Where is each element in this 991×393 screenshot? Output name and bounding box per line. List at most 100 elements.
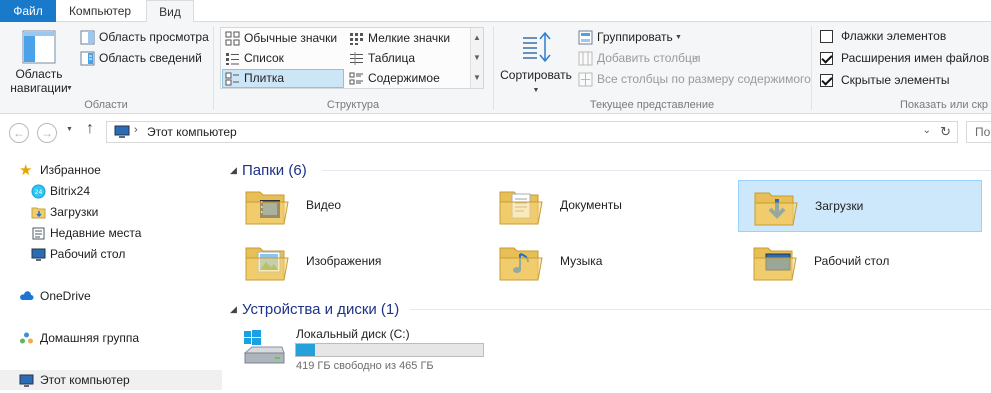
folder-tile[interactable]: Изображения xyxy=(230,236,474,288)
folder-tile[interactable]: Загрузки xyxy=(738,180,982,232)
devices-header-rule xyxy=(410,309,991,310)
breadcrumb-separator-icon[interactable]: › xyxy=(134,124,138,136)
search-input[interactable]: По xyxy=(966,121,991,143)
collapse-chevron-icon[interactable]: ◢ xyxy=(230,160,242,180)
chevron-down-icon: ▼ xyxy=(532,87,540,94)
desktop-icon xyxy=(31,248,46,261)
drive-tile-c[interactable]: Локальный диск (C:) 419 ГБ свободно из 4… xyxy=(242,325,502,377)
chevron-down-icon: ▼ xyxy=(675,34,682,41)
folder-name: Загрузки xyxy=(815,199,864,213)
preview-pane-label: Область просмотра xyxy=(99,30,209,44)
scroll-down-icon[interactable]: ▼ xyxy=(471,48,483,68)
folder-tile[interactable]: Видео xyxy=(230,180,474,232)
folder-tile[interactable]: Рабочий стол xyxy=(738,236,982,288)
svg-text:24: 24 xyxy=(35,189,43,196)
tab-view[interactable]: Вид xyxy=(146,0,194,23)
layout-item-label: Список xyxy=(244,51,284,65)
folder-icon xyxy=(754,192,798,226)
forward-arrow-icon: → xyxy=(41,126,53,140)
navigation-pane-button[interactable]: Область навигации ▼ xyxy=(4,28,74,95)
chevron-down-icon: ▼ xyxy=(66,85,73,92)
navigation-pane-label: Область навигации xyxy=(10,67,68,95)
nav-label-this-pc: Этот компьютер xyxy=(40,373,130,387)
scroll-up-icon[interactable]: ▲ xyxy=(471,28,483,48)
layout-gallery-scroller[interactable]: ▲ ▼ ▼ xyxy=(470,28,483,88)
details-icon xyxy=(350,52,363,65)
bitrix24-icon: 24 xyxy=(31,184,46,199)
up-button[interactable]: ↑ xyxy=(86,120,94,138)
preview-pane-icon xyxy=(80,30,95,45)
list-icon xyxy=(226,53,239,65)
content-area: ◢ Папки (6) Видео Документы Загрузки Изображ… xyxy=(222,150,991,393)
sort-icon xyxy=(523,31,551,63)
devices-header-label: Устройства и диски (1) xyxy=(242,301,400,318)
item-checkboxes-checkbox[interactable] xyxy=(820,30,833,43)
local-disk-icon xyxy=(243,330,285,364)
group-by-label: Группировать xyxy=(597,30,673,44)
group-by-icon xyxy=(578,30,593,45)
tiles-icon xyxy=(225,72,239,86)
folders-header-label: Папки (6) xyxy=(242,162,307,179)
folders-header-rule xyxy=(322,170,991,171)
folders-group-header[interactable]: ◢ Папки (6) xyxy=(230,160,307,180)
navigation-pane: ★ Избранное 24 Bitrix24 Загрузки Недавни… xyxy=(0,150,222,393)
nav-label-onedrive: OneDrive xyxy=(40,289,91,303)
drive-usage-fill xyxy=(296,344,315,356)
refresh-icon[interactable]: ↻ xyxy=(940,124,951,140)
breadcrumb-this-pc[interactable]: Этот компьютер xyxy=(147,125,237,139)
item-checkboxes-label: Флажки элементов xyxy=(841,29,947,43)
size-all-columns-label: Все столбцы по размеру содержимого xyxy=(597,72,811,86)
nav-label: Недавние места xyxy=(50,226,142,240)
navigation-pane-icon xyxy=(22,30,56,64)
group-panes: Область навигации ▼ Область просмотра Об… xyxy=(0,22,212,114)
tab-computer[interactable]: Компьютер xyxy=(56,0,144,22)
layout-gallery: Обычные значки Мелкие значки Список Табл… xyxy=(220,27,484,89)
back-arrow-icon: ← xyxy=(13,126,25,140)
ribbon-tab-strip: Файл Компьютер Вид xyxy=(0,0,991,23)
homegroup-icon xyxy=(20,332,33,344)
chevron-down-icon: ▼ xyxy=(693,55,700,62)
nav-label: Загрузки xyxy=(50,205,99,219)
add-columns-icon xyxy=(578,51,593,66)
forward-button[interactable]: → xyxy=(37,123,57,143)
hidden-items-checkbox[interactable] xyxy=(820,74,833,87)
nav-label-favorites: Избранное xyxy=(40,163,101,177)
folder-tile[interactable]: Музыка xyxy=(484,236,728,288)
layout-item-label: Плитка xyxy=(244,71,285,85)
medium-icons-icon xyxy=(225,31,240,46)
back-button[interactable]: ← xyxy=(9,123,29,143)
nav-label: Рабочий стол xyxy=(50,247,126,261)
nav-label: Bitrix24 xyxy=(50,184,91,198)
layout-item-label: Мелкие значки xyxy=(368,31,451,45)
content-icon xyxy=(349,72,363,85)
collapse-chevron-icon[interactable]: ◢ xyxy=(230,299,242,319)
nav-item-this-pc[interactable]: Этот компьютер xyxy=(0,370,222,390)
nav-label-homegroup: Домашняя группа xyxy=(40,331,140,345)
tab-file[interactable]: Файл xyxy=(0,0,56,22)
this-pc-icon xyxy=(19,374,34,387)
folder-tile[interactable]: Документы xyxy=(484,180,728,232)
gallery-expand-icon[interactable]: ▼ xyxy=(471,68,483,88)
add-columns-label: Добавить столбцы xyxy=(597,51,701,65)
devices-group-header[interactable]: ◢ Устройства и диски (1) xyxy=(230,299,399,319)
sort-by-button[interactable]: Сортировать ▼ xyxy=(498,28,574,94)
folder-name: Видео xyxy=(306,198,342,212)
address-bar[interactable]: › Этот компьютер ⌄ ↻ xyxy=(106,121,958,143)
folder-name: Изображения xyxy=(306,254,382,268)
file-extensions-checkbox[interactable] xyxy=(820,52,833,65)
group-label-show-hide: Показать или скр xyxy=(900,99,989,111)
recent-locations-button[interactable]: ▼ xyxy=(66,126,73,133)
folder-icon xyxy=(753,247,797,281)
sort-by-label: Сортировать xyxy=(500,68,572,82)
folder-name: Рабочий стол xyxy=(814,254,890,268)
drive-name: Локальный диск (C:) xyxy=(296,327,410,341)
ribbon: Область навигации ▼ Область просмотра Об… xyxy=(0,22,991,114)
folder-icon xyxy=(245,191,289,225)
group-show-hide: Флажки элементов Расширения имен файлов … xyxy=(812,22,991,114)
group-label-current-view: Текущее представление xyxy=(589,99,715,111)
address-history-button[interactable]: ⌄ xyxy=(923,125,931,136)
navigation-bar: ← → ▼ ↑ › Этот компьютер ⌄ ↻ По xyxy=(0,114,991,150)
layout-item-label: Обычные значки xyxy=(244,31,338,45)
drive-free-space: 419 ГБ свободно из 465 ГБ xyxy=(296,360,434,372)
details-pane-label: Область сведений xyxy=(99,51,202,65)
